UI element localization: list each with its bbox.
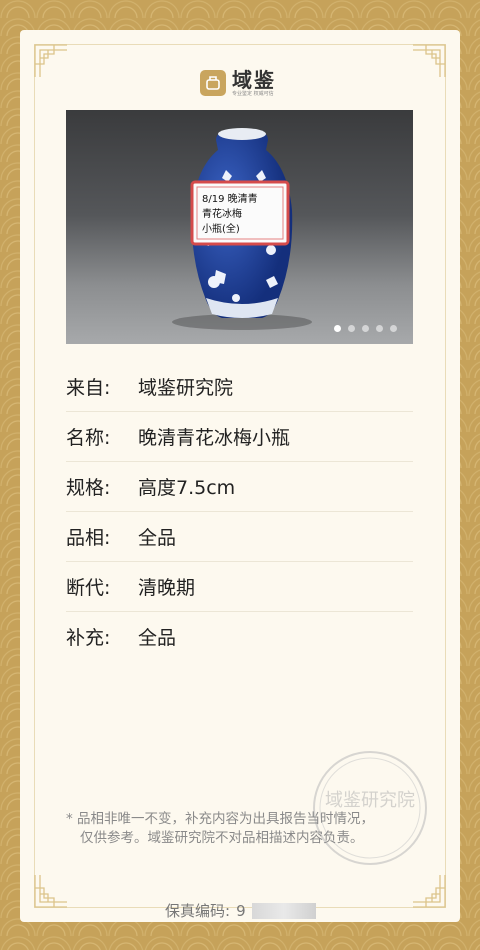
detail-row-supplement: 补充: 全品 (66, 612, 413, 661)
carousel-dot[interactable] (348, 325, 355, 332)
official-seal-stamp: 域鉴研究院 (310, 748, 430, 868)
disclaimer-note: * 品相非唯一不变，补充内容为出具报告当时情况， 仅供参考。域鉴研究院不对品相描… (66, 810, 426, 848)
corner-ornament-top-left (34, 44, 68, 78)
detail-label: 来自: (66, 377, 111, 399)
disclaimer-line-1: * 品相非唯一不变，补充内容为出具报告当时情况， (66, 811, 375, 827)
detail-row-dating: 断代: 清晚期 (66, 562, 413, 612)
detail-label: 补充: (66, 627, 111, 649)
certificate-card: 域鉴 专业鉴定 权威可信 8/19 晚清青 青花冰梅 小瓶(全) 来自: 域鉴研… (20, 30, 460, 922)
detail-value: 晚清青花冰梅小瓶 (138, 427, 291, 449)
detail-value: 全品 (138, 527, 177, 549)
carousel-dot[interactable] (390, 325, 397, 332)
detail-row-source: 来自: 域鉴研究院 (66, 362, 413, 412)
corner-ornament-bottom-left (34, 874, 68, 908)
brand-title: 域鉴 (232, 67, 276, 92)
item-photo-carousel[interactable]: 8/19 晚清青 青花冰梅 小瓶(全) (66, 110, 413, 344)
brand-mark-icon (200, 70, 226, 96)
vase-image: 8/19 晚清青 青花冰梅 小瓶(全) (172, 128, 312, 330)
authenticity-code-value: 9 (236, 901, 246, 920)
vase-label-line-1: 8/19 晚清青 (202, 192, 258, 205)
detail-row-condition: 品相: 全品 (66, 512, 413, 562)
carousel-dot[interactable] (362, 325, 369, 332)
detail-row-spec: 规格: 高度7.5cm (66, 462, 413, 512)
authenticity-code: 保真编码: 9 (165, 900, 316, 921)
corner-ornament-bottom-right (412, 874, 446, 908)
disclaimer-line-2: 仅供参考。域鉴研究院不对品相描述内容负责。 (80, 830, 364, 846)
detail-value: 清晚期 (138, 577, 196, 599)
vase-label-line-2: 青花冰梅 (202, 207, 242, 220)
detail-label: 断代: (66, 577, 111, 599)
brand-logo: 域鉴 专业鉴定 权威可信 (200, 66, 276, 100)
detail-label: 品相: (66, 527, 111, 549)
detail-value: 全品 (138, 627, 177, 649)
detail-value: 域鉴研究院 (138, 377, 234, 399)
corner-ornament-top-right (412, 44, 446, 78)
vase-label-line-3: 小瓶(全) (202, 222, 240, 235)
carousel-pagination (334, 325, 397, 332)
detail-value: 高度7.5cm (138, 477, 236, 499)
carousel-dot[interactable] (334, 325, 341, 332)
detail-row-name: 名称: 晚清青花冰梅小瓶 (66, 412, 413, 462)
detail-list: 来自: 域鉴研究院 名称: 晚清青花冰梅小瓶 规格: 高度7.5cm 品相: 全… (66, 362, 413, 661)
detail-label: 名称: (66, 427, 111, 449)
carousel-dot[interactable] (376, 325, 383, 332)
brand-subtitle: 专业鉴定 权威可信 (232, 90, 274, 97)
redacted-code-block (251, 902, 316, 919)
detail-label: 规格: (66, 477, 111, 499)
authenticity-code-label: 保真编码: (165, 902, 231, 920)
svg-text:域鉴研究院: 域鉴研究院 (325, 790, 415, 811)
